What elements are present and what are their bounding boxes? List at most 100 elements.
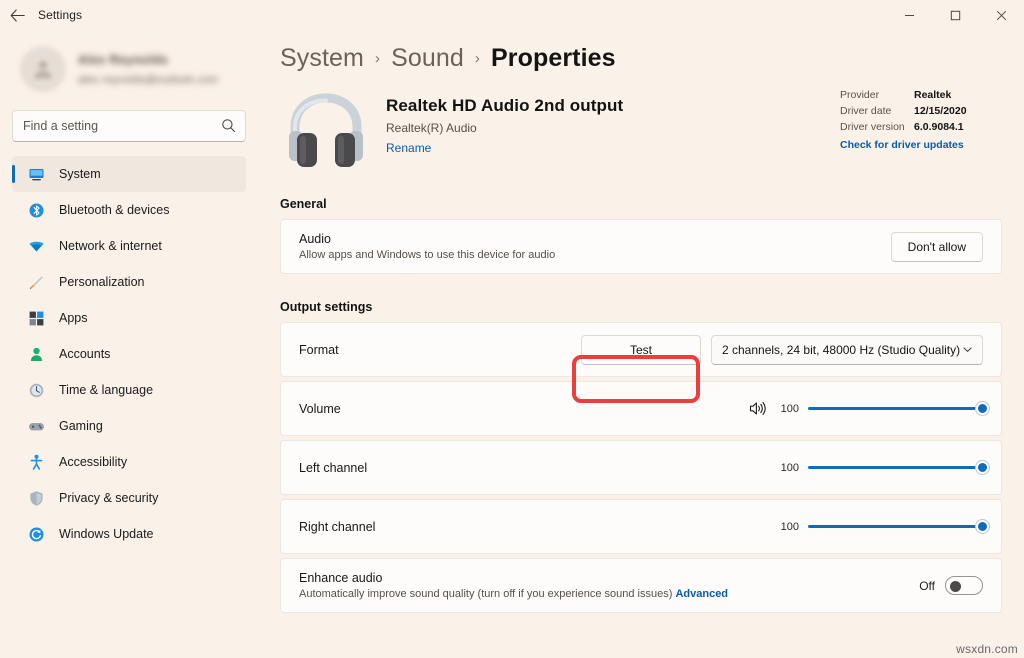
left-channel-value: 100: [775, 462, 799, 474]
person-icon: [28, 346, 45, 363]
device-meta: Realtek HD Audio 2nd output Realtek(R) A…: [372, 87, 623, 171]
audio-setting-text: Audio Allow apps and Windows to use this…: [299, 232, 555, 261]
sidebar: Alex Reynolds alex.reynolds@outlook.com …: [0, 30, 258, 658]
sidebar-item-time-language[interactable]: Time & language: [12, 372, 246, 408]
right-channel-value: 100: [775, 521, 799, 533]
format-label: Format: [299, 343, 339, 357]
sidebar-item-apps[interactable]: Apps: [12, 300, 246, 336]
sidebar-item-label: Accounts: [59, 347, 110, 361]
bluetooth-icon: [28, 202, 45, 219]
apps-grid-icon: [28, 310, 45, 327]
left-channel-slider[interactable]: [808, 466, 983, 469]
refresh-circle-icon: [28, 526, 45, 543]
device-header: Realtek HD Audio 2nd output Realtek(R) A…: [258, 73, 1024, 171]
volume-slider[interactable]: [808, 407, 983, 410]
user-profile-text: Alex Reynolds alex.reynolds@outlook.com: [78, 53, 218, 86]
sidebar-item-windows-update[interactable]: Windows Update: [12, 516, 246, 552]
breadcrumb-item-system[interactable]: System: [280, 44, 364, 73]
sidebar-item-gaming[interactable]: Gaming: [12, 408, 246, 444]
enhance-audio-toggle-state: Off: [919, 579, 935, 593]
toggle-knob: [950, 581, 961, 592]
sidebar-item-accessibility[interactable]: Accessibility: [12, 444, 246, 480]
audio-setting-row: Audio Allow apps and Windows to use this…: [280, 219, 1002, 274]
general-cards: Audio Allow apps and Windows to use this…: [258, 219, 1024, 274]
sidebar-item-label: Bluetooth & devices: [59, 203, 170, 217]
sidebar-item-personalization[interactable]: Personalization: [12, 264, 246, 300]
right-channel-label: Right channel: [299, 520, 375, 534]
sidebar-item-network-internet[interactable]: Network & internet: [12, 228, 246, 264]
monitor-icon: [28, 166, 45, 183]
sidebar-item-privacy-security[interactable]: Privacy & security: [12, 480, 246, 516]
app-title: Settings: [38, 8, 82, 22]
sidebar-item-label: Privacy & security: [59, 491, 158, 505]
output-settings-cards: Format Test 2 channels, 24 bit, 48000 Hz…: [258, 322, 1024, 613]
chevron-down-icon: [962, 344, 973, 358]
test-button[interactable]: Test: [581, 335, 701, 365]
sidebar-item-label: Apps: [59, 311, 88, 325]
enhance-audio-description: Automatically improve sound quality (tur…: [299, 588, 672, 600]
rename-link[interactable]: Rename: [386, 141, 431, 155]
driver-date-label: Driver date: [840, 103, 914, 119]
search-input[interactable]: [23, 119, 235, 133]
format-selected-value: 2 channels, 24 bit, 48000 Hz (Studio Qua…: [722, 343, 960, 357]
advanced-link[interactable]: Advanced: [675, 588, 728, 600]
driver-provider-value: Realtek: [914, 87, 951, 103]
avatar: [20, 46, 66, 92]
accessibility-person-icon: [28, 454, 45, 471]
breadcrumb: System › Sound › Properties: [258, 30, 1024, 73]
sidebar-item-system[interactable]: System: [12, 156, 246, 192]
driver-info-row: Driver version 6.0.9084.1: [840, 119, 1002, 135]
minimize-button[interactable]: [886, 0, 932, 30]
driver-info-row: Provider Realtek: [840, 87, 1002, 103]
settings-window: Settings Alex Reynolds alex.r: [0, 0, 1024, 658]
driver-info: Provider Realtek Driver date 12/15/2020 …: [840, 87, 1002, 153]
search-box[interactable]: [12, 110, 246, 142]
volume-slider-thumb[interactable]: [976, 402, 989, 415]
audio-label: Audio: [299, 232, 555, 246]
device-name: Realtek HD Audio 2nd output: [386, 96, 623, 116]
enhance-audio-label: Enhance audio: [299, 571, 728, 585]
sidebar-item-label: Gaming: [59, 419, 103, 433]
left-channel-slider-thumb[interactable]: [976, 461, 989, 474]
breadcrumb-item-sound[interactable]: Sound: [391, 44, 464, 73]
user-profile[interactable]: Alex Reynolds alex.reynolds@outlook.com: [12, 30, 246, 104]
dont-allow-button[interactable]: Don't allow: [891, 232, 983, 262]
right-channel-row: Right channel 100: [280, 499, 1002, 554]
driver-provider-label: Provider: [840, 87, 914, 103]
general-section-title: General: [258, 197, 1024, 219]
volume-slider-group: 100: [749, 401, 983, 416]
right-channel-slider-thumb[interactable]: [976, 520, 989, 533]
user-email: alex.reynolds@outlook.com: [78, 74, 218, 86]
device-subtitle: Realtek(R) Audio: [386, 121, 623, 135]
audio-sublabel: Allow apps and Windows to use this devic…: [299, 249, 555, 261]
close-button[interactable]: [978, 0, 1024, 30]
sidebar-item-label: Personalization: [59, 275, 144, 289]
maximize-button[interactable]: [932, 0, 978, 30]
sidebar-item-label: Accessibility: [59, 455, 127, 469]
right-channel-slider[interactable]: [808, 525, 983, 528]
headphones-icon: [280, 87, 372, 171]
shield-icon: [28, 490, 45, 507]
speaker-waves-icon[interactable]: [749, 401, 766, 416]
watermark: wsxdn.com: [956, 642, 1018, 656]
enhance-audio-sublabel: Automatically improve sound quality (tur…: [299, 588, 728, 600]
left-channel-row: Left channel 100: [280, 440, 1002, 495]
format-dropdown[interactable]: 2 channels, 24 bit, 48000 Hz (Studio Qua…: [711, 335, 983, 365]
paintbrush-icon: [28, 274, 45, 291]
enhance-audio-toggle[interactable]: [945, 576, 983, 595]
clock-globe-icon: [28, 382, 45, 399]
volume-label: Volume: [299, 402, 341, 416]
sidebar-item-accounts[interactable]: Accounts: [12, 336, 246, 372]
user-name: Alex Reynolds: [78, 53, 218, 67]
content-pane: System › Sound › Properties Re: [258, 30, 1024, 658]
chevron-right-icon: ›: [475, 50, 480, 67]
wifi-icon: [28, 238, 45, 255]
gamepad-icon: [28, 418, 45, 435]
sidebar-item-bluetooth-devices[interactable]: Bluetooth & devices: [12, 192, 246, 228]
breadcrumb-item-properties: Properties: [491, 44, 616, 73]
check-driver-updates-link[interactable]: Check for driver updates: [840, 139, 964, 151]
sidebar-item-label: Network & internet: [59, 239, 162, 253]
left-channel-label: Left channel: [299, 461, 367, 475]
back-button[interactable]: [0, 0, 34, 30]
search-icon: [221, 118, 236, 138]
